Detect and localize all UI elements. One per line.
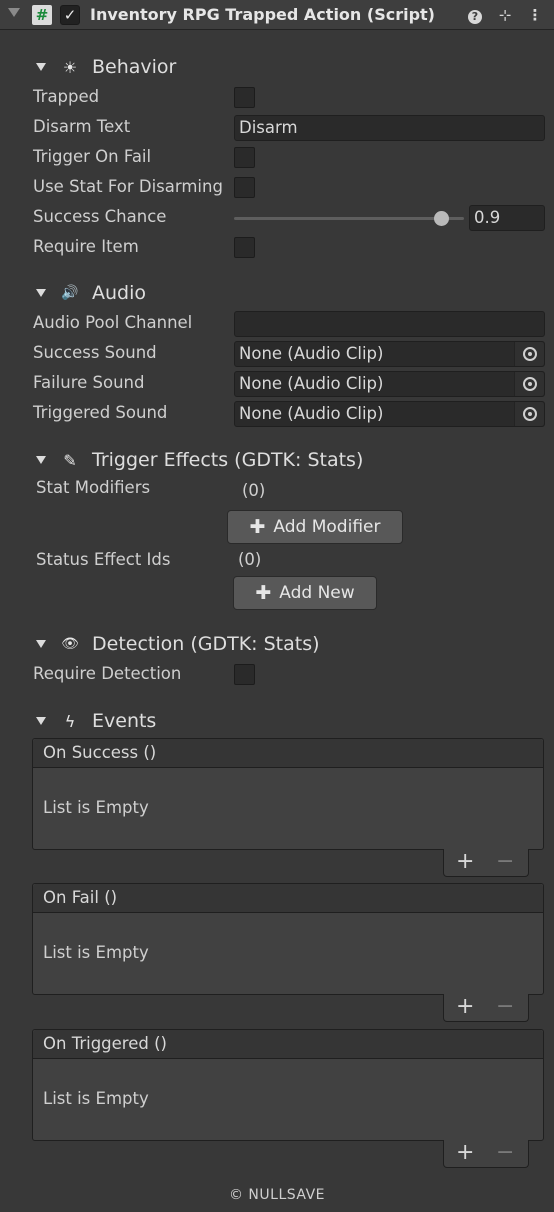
trigger-on-fail-label: Trigger On Fail (33, 147, 152, 166)
failure-sound-label: Failure Sound (33, 373, 145, 392)
success-chance-slider-track[interactable] (234, 217, 464, 220)
use-stat-row: Use Stat For Disarming (33, 174, 545, 200)
remove-icon[interactable]: − (496, 995, 514, 1019)
presets-icon[interactable]: ⊹ (496, 5, 514, 25)
success-chance-row: Success Chance 0.9 (33, 204, 545, 231)
on-success-event: On Success () List is Empty (32, 738, 544, 850)
trigger-on-fail-row: Trigger On Fail (33, 144, 545, 170)
lightbulb-icon: ☀ (62, 57, 78, 77)
trapped-label: Trapped (33, 87, 100, 106)
success-chance-label: Success Chance (33, 207, 167, 226)
require-item-checkbox[interactable] (234, 237, 255, 258)
failure-sound-value: None (Audio Clip) (239, 374, 384, 393)
audio-pool-field[interactable] (234, 311, 545, 337)
trapped-checkbox[interactable] (234, 87, 255, 108)
event-header: On Triggered () (33, 1030, 543, 1059)
status-effect-count: (0) (238, 550, 262, 569)
list-empty-text: List is Empty (43, 1089, 149, 1108)
remove-icon[interactable]: − (496, 850, 514, 874)
triggered-sound-value: None (Audio Clip) (239, 404, 384, 423)
add-modifier-button[interactable]: ✚ Add Modifier (227, 510, 403, 544)
failure-sound-row: Failure Sound None (Audio Clip) (33, 370, 545, 397)
foldout-arrow-icon (36, 456, 46, 464)
stat-modifiers-count: (0) (242, 481, 266, 500)
success-sound-field[interactable]: None (Audio Clip) (234, 341, 545, 367)
foldout-arrow-icon (36, 717, 46, 725)
event-footer: + − (443, 994, 529, 1022)
list-empty-text: List is Empty (43, 943, 149, 962)
disarm-text-field[interactable]: Disarm (234, 115, 545, 141)
trigger-on-fail-checkbox[interactable] (234, 147, 255, 168)
script-icon: # (32, 5, 52, 25)
add-new-button[interactable]: ✚ Add New (233, 576, 377, 610)
disarm-text-row: Disarm Text Disarm (33, 114, 545, 141)
section-title: Trigger Effects (GDTK: Stats) (92, 449, 364, 471)
require-detection-row: Require Detection (33, 661, 545, 687)
object-picker-icon[interactable] (514, 402, 544, 426)
lightning-icon: ϟ (64, 711, 76, 731)
triggered-sound-label: Triggered Sound (33, 403, 168, 422)
on-triggered-event: On Triggered () List is Empty (32, 1029, 544, 1141)
speaker-icon: 🔊 (61, 285, 79, 301)
foldout-arrow-icon (36, 640, 46, 648)
status-effect-label: Status Effect Ids (36, 550, 171, 569)
object-picker-icon[interactable] (514, 372, 544, 396)
triggered-sound-field[interactable]: None (Audio Clip) (234, 401, 545, 427)
object-picker-icon[interactable] (514, 342, 544, 366)
audio-pool-label: Audio Pool Channel (33, 313, 193, 332)
success-sound-value: None (Audio Clip) (239, 344, 384, 363)
more-options-icon[interactable]: ⋮ (526, 5, 544, 25)
footer-credit: © NULLSAVE (228, 1187, 326, 1203)
event-header: On Success () (33, 739, 543, 768)
add-icon[interactable]: + (456, 1141, 474, 1165)
require-detection-label: Require Detection (33, 664, 182, 683)
event-footer: + − (443, 1140, 529, 1168)
event-header: On Fail () (33, 884, 543, 913)
section-behavior[interactable]: ☀ Behavior (36, 55, 176, 79)
disarm-text-label: Disarm Text (33, 117, 131, 136)
section-title: Behavior (92, 56, 177, 78)
foldout-arrow-icon (36, 63, 46, 71)
success-chance-field[interactable]: 0.9 (469, 205, 545, 231)
success-sound-row: Success Sound None (Audio Clip) (33, 340, 545, 367)
require-item-label: Require Item (33, 237, 139, 256)
section-audio[interactable]: 🔊 Audio (36, 281, 146, 305)
section-events[interactable]: ϟ Events (36, 709, 156, 733)
section-detection[interactable]: 👁 Detection (GDTK: Stats) (36, 632, 320, 656)
success-sound-label: Success Sound (33, 343, 157, 362)
component-header: # ✓ Inventory RPG Trapped Action (Script… (0, 0, 554, 30)
foldout-arrow-icon (36, 289, 46, 297)
use-stat-checkbox[interactable] (234, 177, 255, 198)
stat-modifiers-label: Stat Modifiers (36, 478, 151, 497)
section-title: Detection (GDTK: Stats) (92, 633, 320, 655)
require-detection-checkbox[interactable] (234, 664, 255, 685)
help-icon[interactable]: ? (466, 5, 484, 25)
add-modifier-label: Add Modifier (273, 517, 381, 537)
success-chance-slider-thumb[interactable] (433, 211, 449, 226)
use-stat-label: Use Stat For Disarming (33, 177, 223, 196)
component-enabled-checkbox[interactable]: ✓ (60, 5, 80, 25)
pen-icon: ✎ (63, 450, 77, 470)
foldout-arrow-icon[interactable] (8, 8, 20, 17)
eye-icon: 👁 (61, 636, 79, 652)
add-new-label: Add New (279, 583, 355, 603)
audio-pool-row: Audio Pool Channel (33, 310, 545, 337)
add-icon[interactable]: + (456, 995, 474, 1019)
plus-icon: ✚ (255, 582, 272, 604)
require-item-row: Require Item (33, 234, 545, 260)
plus-icon: ✚ (249, 516, 266, 538)
component-title: Inventory RPG Trapped Action (Script) (90, 5, 435, 24)
section-trigger-effects[interactable]: ✎ Trigger Effects (GDTK: Stats) (36, 448, 363, 472)
on-fail-event: On Fail () List is Empty (32, 883, 544, 995)
section-title: Events (92, 710, 157, 732)
list-empty-text: List is Empty (43, 798, 149, 817)
trapped-row: Trapped (33, 84, 545, 110)
remove-icon[interactable]: − (496, 1141, 514, 1165)
event-footer: + − (443, 849, 529, 877)
triggered-sound-row: Triggered Sound None (Audio Clip) (33, 400, 545, 427)
section-title: Audio (92, 282, 147, 304)
failure-sound-field[interactable]: None (Audio Clip) (234, 371, 545, 397)
add-icon[interactable]: + (456, 850, 474, 874)
